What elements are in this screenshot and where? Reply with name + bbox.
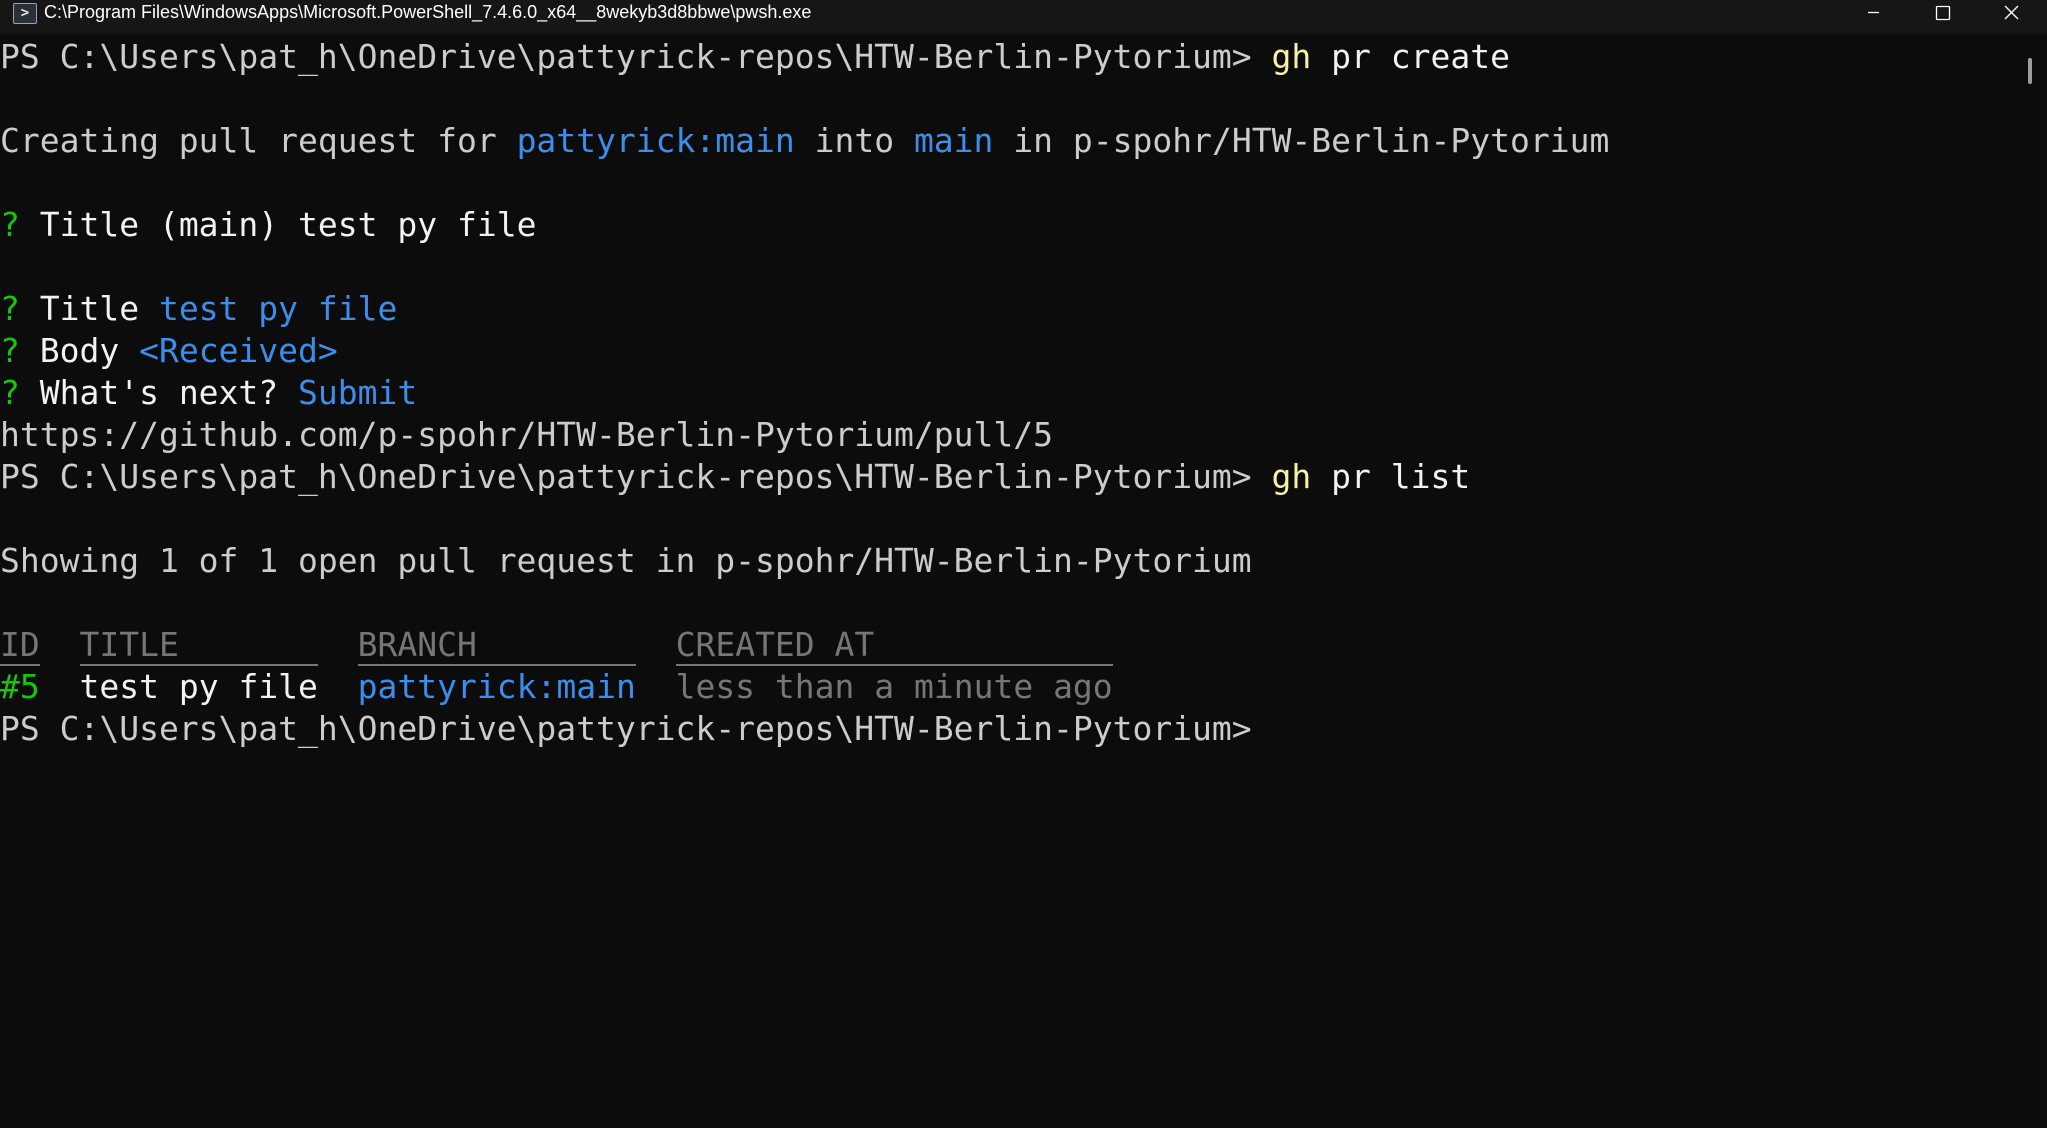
table-header: ID TITLE BRANCH CREATED AT (0, 624, 1113, 666)
body-label: Body (19, 331, 140, 370)
row-id: #5 (0, 667, 40, 706)
title-prompt-text: Title (main) test py file (19, 205, 537, 244)
row-created: less than a minute ago (675, 667, 1113, 706)
creating-line: Creating pull request for pattyrick:main… (0, 120, 1609, 162)
header-created: CREATED AT (675, 625, 875, 666)
minimize-button[interactable] (1839, 0, 1907, 26)
prompt: PS C:\Users\pat_h\OneDrive\pattyrick-rep… (0, 457, 1252, 496)
title-label: Title (19, 289, 159, 328)
prompt-line-1: PS C:\Users\pat_h\OneDrive\pattyrick-rep… (0, 36, 1510, 78)
prompt: PS C:\Users\pat_h\OneDrive\pattyrick-rep… (0, 709, 1252, 748)
minimize-icon (1868, 11, 1879, 14)
header-id: ID (0, 625, 40, 666)
pr-url-line: https://github.com/p-spohr/HTW-Berlin-Py… (0, 414, 1053, 456)
header-branch: BRANCH (357, 625, 477, 666)
command-args: pr create (1331, 37, 1510, 76)
body-answer-line: ? Body <Received> (0, 330, 338, 372)
maximize-icon (1935, 5, 1951, 21)
creating-into: into (794, 121, 914, 160)
title-prompt-line: ? Title (main) test py file (0, 204, 536, 246)
window-titlebar[interactable]: > C:\Program Files\WindowsApps\Microsoft… (0, 0, 2047, 34)
next-label: What's next? (19, 373, 299, 412)
showing-line: Showing 1 of 1 open pull request in p-sp… (0, 540, 1252, 582)
next-value: Submit (298, 373, 418, 412)
pr-url[interactable]: https://github.com/p-spohr/HTW-Berlin-Py… (0, 415, 1053, 454)
showing-text: Showing 1 of 1 open pull request in p-sp… (0, 541, 1252, 580)
row-branch: pattyrick:main (357, 667, 636, 706)
question-mark: ? (0, 205, 20, 244)
powershell-icon: > (13, 3, 37, 24)
command-gh: gh (1271, 37, 1312, 76)
question-mark: ? (0, 373, 20, 412)
prompt-line-3: PS C:\Users\pat_h\OneDrive\pattyrick-rep… (0, 708, 1252, 750)
creating-prefix: Creating pull request for (0, 121, 517, 160)
base-branch: main (913, 121, 994, 160)
row-title: test py file (79, 667, 318, 706)
scrollbar-thumb[interactable] (2028, 58, 2032, 84)
title-value: test py file (158, 289, 398, 328)
head-branch: pattyrick:main (516, 121, 795, 160)
question-mark: ? (0, 331, 20, 370)
body-value: <Received> (139, 331, 338, 370)
prompt-line-2: PS C:\Users\pat_h\OneDrive\pattyrick-rep… (0, 456, 1470, 498)
question-mark: ? (0, 289, 20, 328)
close-icon (2004, 5, 2019, 20)
maximize-button[interactable] (1907, 0, 1975, 26)
creating-suffix: in p-spohr/HTW-Berlin-Pytorium (993, 121, 1610, 160)
close-button[interactable] (1975, 0, 2043, 26)
table-row: #5 test py file pattyrick:main less than… (0, 666, 1113, 708)
prompt: PS C:\Users\pat_h\OneDrive\pattyrick-rep… (0, 37, 1252, 76)
next-answer-line: ? What's next? Submit (0, 372, 417, 414)
title-answer-line: ? Title test py file (0, 288, 397, 330)
window-title: C:\Program Files\WindowsApps\Microsoft.P… (44, 2, 812, 22)
command-args: pr list (1331, 457, 1471, 496)
header-title: TITLE (79, 625, 179, 666)
vertical-scrollbar[interactable] (2022, 34, 2047, 1128)
terminal-output[interactable]: PS C:\Users\pat_h\OneDrive\pattyrick-rep… (0, 34, 2020, 1128)
command-gh: gh (1271, 457, 1312, 496)
